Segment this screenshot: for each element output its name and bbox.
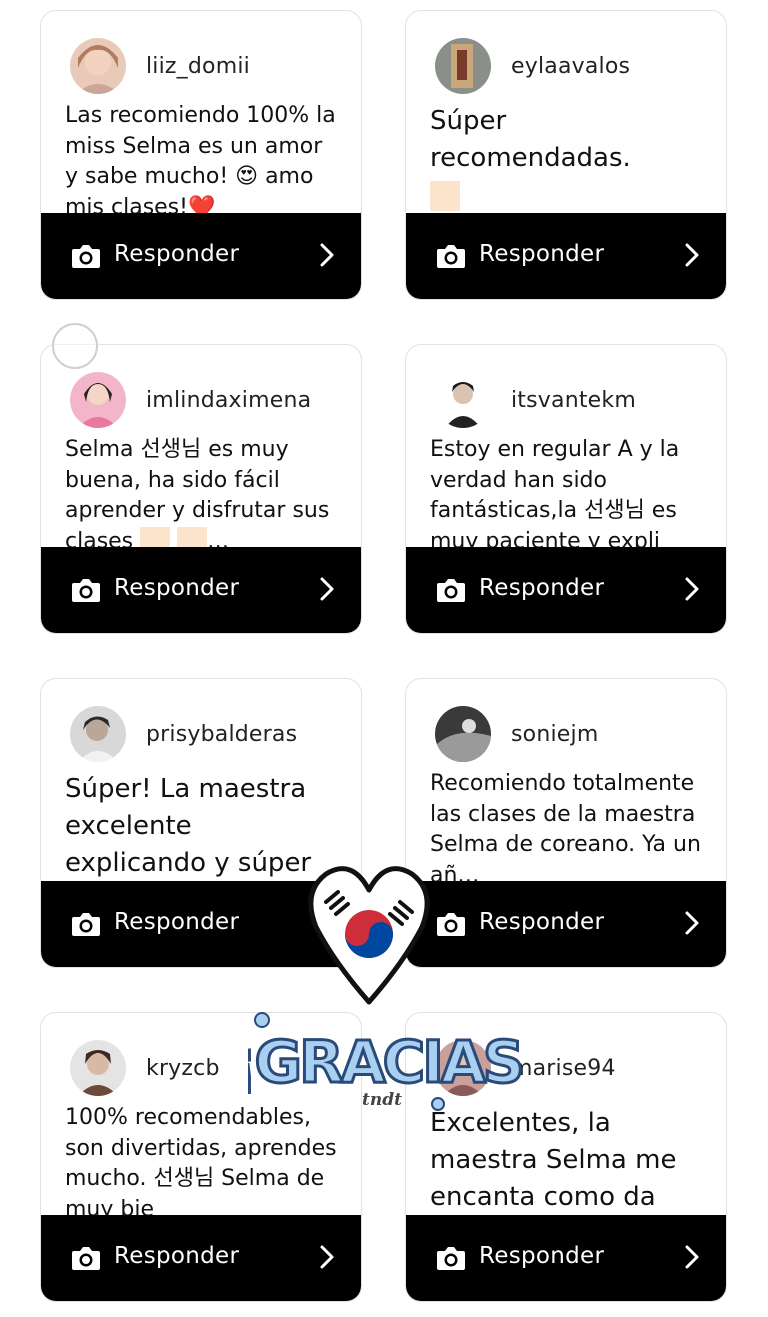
signature: tndt bbox=[362, 1090, 402, 1110]
review-card: liiz_domii Las recomiendo 100% la miss S… bbox=[40, 10, 362, 300]
reply-button[interactable]: Responder bbox=[406, 881, 726, 967]
username[interactable]: liiz_domii bbox=[146, 54, 250, 79]
review-text: Selma 선생님 es muy buena, ha sido fácil ap… bbox=[65, 435, 339, 550]
avatar[interactable] bbox=[435, 38, 491, 94]
camera-icon bbox=[437, 245, 465, 268]
reply-label: Responder bbox=[479, 241, 605, 267]
username[interactable]: imlindaximena bbox=[146, 388, 311, 413]
review-text: Estoy en regular A y la verdad han sido … bbox=[430, 437, 680, 550]
avatar[interactable] bbox=[435, 372, 491, 428]
avatar[interactable] bbox=[435, 706, 491, 762]
camera-icon bbox=[437, 913, 465, 936]
reply-button[interactable]: Responder bbox=[41, 1215, 361, 1301]
review-text: Las recomiendo 100% la miss Selma es un … bbox=[65, 103, 336, 216]
reply-button[interactable]: Responder bbox=[406, 213, 726, 299]
camera-icon bbox=[437, 1247, 465, 1270]
avatar[interactable] bbox=[70, 1040, 126, 1096]
review-card: itsvantekm Estoy en regular A y la verda… bbox=[405, 344, 727, 634]
camera-icon bbox=[72, 1247, 100, 1270]
username[interactable]: eylaavalos bbox=[511, 54, 630, 79]
reply-button[interactable]: Responder bbox=[406, 1215, 726, 1301]
reply-label: Responder bbox=[114, 909, 240, 935]
review-text: Recomiendo totalmente las clases de la m… bbox=[430, 771, 701, 884]
chevron-right-icon bbox=[685, 911, 699, 935]
reply-label: Responder bbox=[114, 1243, 240, 1269]
card-header: imlindaximena bbox=[70, 371, 311, 429]
gracias-text: ¡GRACIAS! bbox=[248, 1028, 528, 1096]
avatar[interactable] bbox=[70, 38, 126, 94]
review-text: Súper! La maestra excelente explicando y… bbox=[65, 774, 312, 878]
avatar[interactable] bbox=[70, 706, 126, 762]
card-header: soniejm bbox=[435, 705, 598, 763]
review-card: eylaavalos Súper recomendadas. Responder bbox=[405, 10, 727, 300]
username[interactable]: kryzcb bbox=[146, 1056, 220, 1081]
touch-indicator bbox=[52, 323, 98, 369]
review-card: soniejm Recomiendo totalmente las clases… bbox=[405, 678, 727, 968]
card-header: prisybalderas bbox=[70, 705, 297, 763]
chevron-right-icon bbox=[685, 1245, 699, 1269]
korean-flag-heart-sticker bbox=[308, 866, 430, 1005]
camera-icon bbox=[437, 579, 465, 602]
avatar[interactable] bbox=[70, 372, 126, 428]
reply-label: Responder bbox=[114, 575, 240, 601]
reply-label: Responder bbox=[479, 1243, 605, 1269]
card-header: kryzcb bbox=[70, 1039, 220, 1097]
username[interactable]: soniejm bbox=[511, 722, 598, 747]
card-header: liiz_domii bbox=[70, 37, 250, 95]
reply-label: Responder bbox=[114, 241, 240, 267]
review-text: 100% recomendables, son divertidas, apre… bbox=[65, 1105, 337, 1218]
reply-label: Responder bbox=[479, 575, 605, 601]
reply-button[interactable]: Responder bbox=[41, 213, 361, 299]
emoji-swatch bbox=[430, 180, 460, 211]
review-text: Súper recomendadas. bbox=[430, 103, 704, 218]
review-text: Excelentes, la maestra Selma me encanta … bbox=[430, 1108, 677, 1212]
chevron-right-icon bbox=[320, 243, 334, 267]
card-header: eylaavalos bbox=[435, 37, 630, 95]
camera-icon bbox=[72, 245, 100, 268]
chevron-right-icon bbox=[685, 577, 699, 601]
reply-button[interactable]: Responder bbox=[41, 547, 361, 633]
camera-icon bbox=[72, 913, 100, 936]
reply-label: Responder bbox=[479, 909, 605, 935]
card-header: itsvantekm bbox=[435, 371, 636, 429]
reply-button[interactable]: Responder bbox=[406, 547, 726, 633]
camera-icon bbox=[72, 579, 100, 602]
username[interactable]: itsvantekm bbox=[511, 388, 636, 413]
review-text-content: Súper recomendadas. bbox=[430, 106, 631, 173]
review-card: imlindaximena Selma 선생님 es muy buena, ha… bbox=[40, 344, 362, 634]
chevron-right-icon bbox=[685, 243, 699, 267]
chevron-right-icon bbox=[320, 1245, 334, 1269]
username[interactable]: prisybalderas bbox=[146, 722, 297, 747]
chevron-right-icon bbox=[320, 577, 334, 601]
